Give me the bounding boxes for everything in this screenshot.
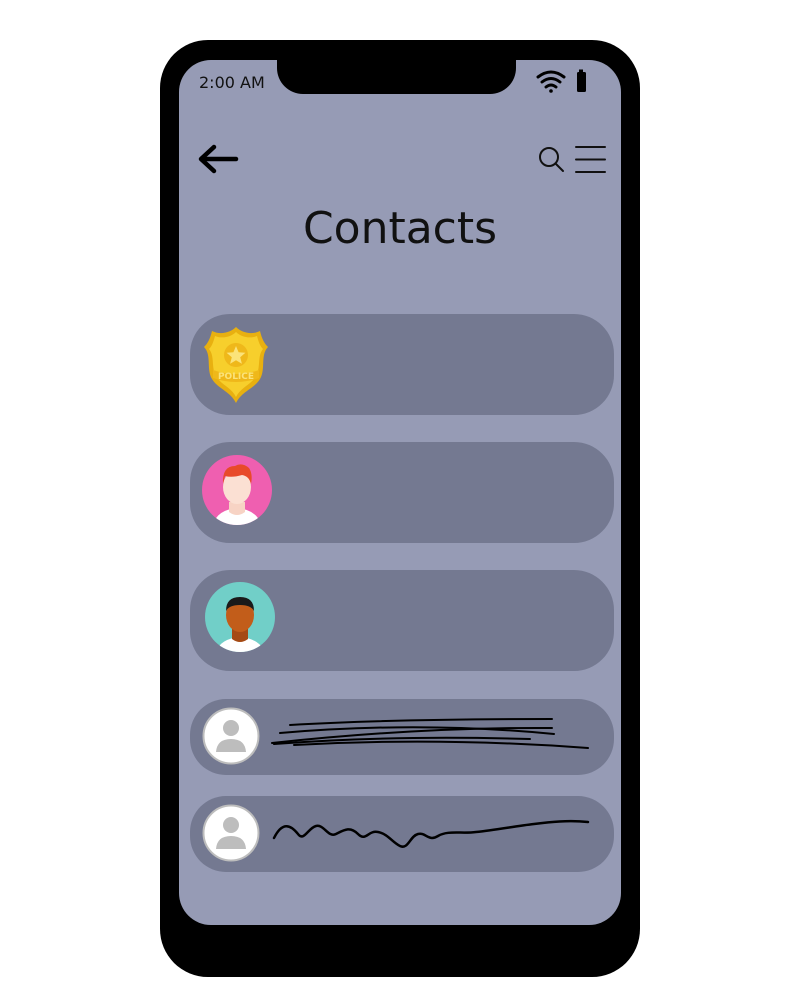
contact-name-scribbled: [270, 713, 590, 757]
contact-row-2[interactable]: [190, 442, 614, 543]
default-user-avatar: [202, 707, 260, 769]
status-icons: [536, 68, 596, 100]
battery-icon: [577, 69, 586, 92]
menu-icon: [575, 146, 606, 173]
search-button[interactable]: [537, 145, 567, 175]
notch: [277, 40, 516, 94]
back-arrow-icon: [198, 144, 239, 174]
badge-text: POLICE: [218, 372, 254, 382]
wifi-icon: [536, 70, 566, 93]
contact-row-3[interactable]: [190, 570, 614, 671]
status-time: 2:00 AM: [199, 73, 265, 92]
contact-row-4[interactable]: [190, 699, 614, 775]
back-button[interactable]: [196, 142, 240, 176]
contact-name-scribbled: [272, 812, 592, 860]
default-user-avatar: [202, 804, 260, 866]
contact-row-5[interactable]: [190, 796, 614, 872]
avatar-dark-skin-teal-bg: [204, 581, 276, 663]
page-title: Contacts: [302, 203, 498, 254]
avatar-red-hair-pink-bg: [202, 454, 272, 534]
menu-button[interactable]: [575, 144, 606, 175]
police-badge-icon: POLICE: [202, 325, 270, 409]
search-icon: [539, 147, 564, 172]
contact-row-police[interactable]: POLICE: [190, 314, 614, 415]
